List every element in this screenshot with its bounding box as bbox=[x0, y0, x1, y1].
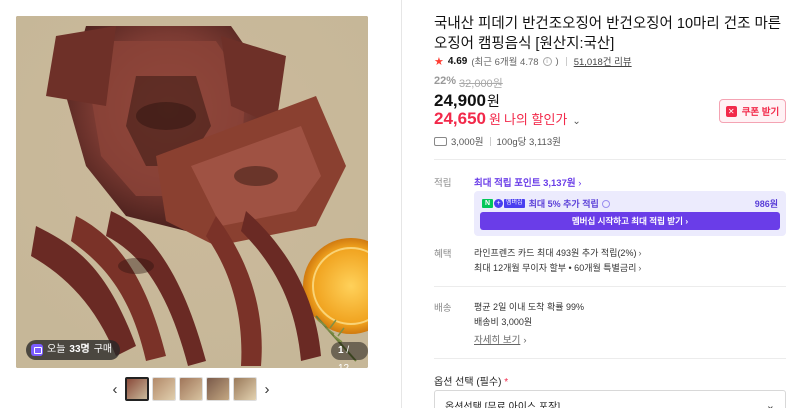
coupon-label: 쿠폰 받기 bbox=[741, 107, 780, 118]
counter-current: 1 bbox=[338, 345, 344, 356]
delivery-fee: 배송비 3,000원 bbox=[474, 317, 533, 327]
today-count: 33명 bbox=[69, 344, 90, 355]
chevron-right-icon: › bbox=[638, 263, 642, 273]
benefit-installment-item[interactable]: 최대 12개월 무이자 할부 • 60개월 특별금리 › bbox=[474, 261, 641, 276]
rating-separator bbox=[565, 56, 567, 66]
divider bbox=[434, 286, 786, 287]
membership-top-row: N + 멤버십 최대 5% 추가 적립 986원 bbox=[482, 197, 778, 210]
info-icon[interactable]: i bbox=[542, 56, 552, 66]
option-selected-value: 옵션선택 [무료 아이스 포장] bbox=[445, 401, 561, 408]
thumbnail-4[interactable] bbox=[206, 377, 230, 401]
membership-extra: 최대 5% 추가 적립 bbox=[528, 199, 599, 209]
benefit-card-text: 라인프렌즈 카드 최대 493원 추가 적립(2%) bbox=[474, 248, 637, 258]
rating-recent-close: ) bbox=[555, 55, 559, 67]
chevron-right-icon: › bbox=[638, 248, 642, 258]
max-point-link[interactable]: 최대 적립 포인트 3,137원 › bbox=[474, 175, 581, 189]
option-title: 옵션 선택 (필수) * bbox=[434, 373, 508, 388]
benefit-card-item[interactable]: 라인프렌즈 카드 최대 493원 추가 적립(2%) › bbox=[474, 246, 641, 261]
rating-row: ★ 4.69 (최근 6개월 4.78 i ) 51,018건 리뷰 bbox=[434, 54, 632, 69]
coupon-icon: ✕ bbox=[725, 105, 737, 117]
thumbnail-3[interactable] bbox=[179, 377, 203, 401]
membership-amount: 986원 bbox=[754, 199, 778, 209]
shopping-bag-icon bbox=[31, 344, 43, 356]
benefits-label: 혜택 bbox=[434, 249, 452, 260]
thumbnail-2[interactable] bbox=[152, 377, 176, 401]
discount-row: 22% 32,000원 bbox=[434, 75, 503, 91]
thumbnail-5[interactable] bbox=[233, 377, 257, 401]
required-mark: * bbox=[504, 377, 509, 388]
sale-price-value: 24,900 bbox=[434, 91, 486, 110]
thumb-next-icon[interactable]: › bbox=[260, 377, 274, 401]
star-icon: ★ bbox=[434, 55, 444, 68]
option-select[interactable]: 옵션선택 [무료 아이스 포장] ⌄ bbox=[434, 390, 786, 408]
membership-badge-text: 멤버십 bbox=[504, 199, 525, 208]
sale-price: 24,900원 bbox=[434, 91, 500, 111]
panel-divider bbox=[401, 0, 402, 408]
benefit-list: 라인프렌즈 카드 최대 493원 추가 적립(2%) › 최대 12개월 무이자 … bbox=[474, 246, 641, 276]
divider bbox=[434, 358, 786, 359]
option-title-text: 옵션 선택 (필수) bbox=[434, 377, 502, 388]
delivery-more-link[interactable]: 자세히 보기 › bbox=[474, 332, 527, 346]
counter-separator: / bbox=[346, 345, 350, 356]
chevron-down-icon: ⌄ bbox=[765, 399, 775, 408]
delivery-more-text: 자세히 보기 bbox=[474, 335, 521, 346]
my-price-unit: 원 bbox=[489, 112, 501, 127]
coupon-button[interactable]: ✕ 쿠폰 받기 bbox=[719, 99, 786, 123]
delivery-probability: 평균 2일 이내 도착 확률 99% bbox=[474, 302, 585, 312]
max-point-text: 최대 적립 포인트 3,137원 bbox=[474, 178, 576, 189]
plus-icon: + bbox=[494, 199, 503, 208]
today-prefix: 오늘 bbox=[47, 344, 66, 355]
rating-recent: (최근 6개월 4.78 bbox=[471, 57, 539, 68]
ship-separator bbox=[489, 136, 491, 146]
today-purchase-badge: 오늘 33명 구매 bbox=[26, 340, 121, 360]
truck-icon bbox=[434, 136, 447, 146]
my-discount-price[interactable]: 24,650 원 나의 할인가 ⌄ bbox=[434, 109, 581, 129]
chevron-right-icon: › bbox=[578, 178, 582, 189]
rating-score: 4.69 bbox=[447, 55, 468, 67]
info-icon[interactable] bbox=[601, 199, 610, 208]
dried-squid-photo bbox=[16, 16, 368, 368]
npay-membership-badge: N + 멤버십 bbox=[482, 199, 525, 208]
review-count-link[interactable]: 51,018건 리뷰 bbox=[574, 54, 632, 68]
my-price-value: 24,650 bbox=[434, 109, 486, 128]
divider bbox=[434, 159, 786, 160]
thumb-prev-icon[interactable]: ‹ bbox=[108, 377, 122, 401]
discount-rate: 22% bbox=[434, 75, 457, 87]
thumbnail-strip: ‹ › bbox=[108, 376, 274, 402]
sale-price-unit: 원 bbox=[487, 93, 500, 109]
delivery-label: 배송 bbox=[434, 303, 452, 314]
my-price-label: 나의 할인가 bbox=[503, 112, 568, 127]
membership-start-button[interactable]: 멤버십 시작하고 최대 적립 받기 › bbox=[480, 212, 780, 230]
chevron-right-icon: › bbox=[523, 335, 527, 346]
product-main-image[interactable]: 오늘 33명 구매 1 / 12 bbox=[16, 16, 368, 368]
points-label: 적립 bbox=[434, 178, 452, 189]
shipping-fee: 3,000원 bbox=[451, 137, 484, 148]
membership-box: N + 멤버십 최대 5% 추가 적립 986원 멤버십 시작하고 최대 적립 … bbox=[474, 191, 786, 236]
original-price: 32,000원 bbox=[459, 78, 503, 90]
thumbnail-1[interactable] bbox=[125, 377, 149, 401]
image-counter: 1 / 12 bbox=[331, 342, 368, 368]
delivery-info: 평균 2일 이내 도착 확률 99% 배송비 3,000원 bbox=[474, 300, 584, 330]
counter-total: 12 bbox=[338, 363, 349, 368]
unit-price: 100g당 3,113원 bbox=[496, 137, 561, 148]
product-title: 국내산 피데기 반건조오징어 반건오징어 10마리 건조 마른 오징어 캠핑음식… bbox=[434, 16, 782, 52]
naver-n-icon: N bbox=[482, 199, 493, 208]
today-suffix: 구매 bbox=[93, 344, 113, 355]
benefit-installment-text: 최대 12개월 무이자 할부 • 60개월 특별금리 bbox=[474, 263, 637, 273]
chevron-down-icon: ⌄ bbox=[572, 116, 581, 127]
shipping-summary: 3,000원 100g당 3,113원 bbox=[434, 134, 561, 148]
